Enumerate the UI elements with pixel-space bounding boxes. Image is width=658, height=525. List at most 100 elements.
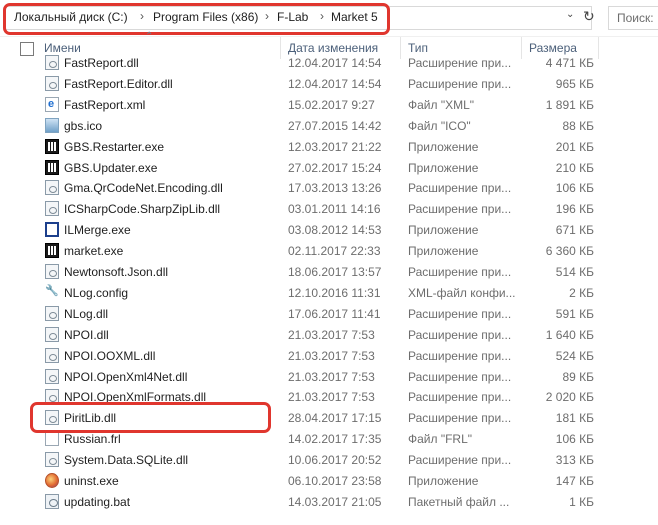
file-type: Расширение при... [408,453,512,468]
file-date: 27.02.2017 15:24 [288,160,382,175]
file-highlight-frame [30,402,271,433]
file-type: Расширение при... [408,327,512,342]
xml-file-icon [45,96,59,112]
dll-file-icon [45,368,59,384]
file-name: GBS.Updater.exe [64,160,158,175]
frl-file-icon [45,431,59,447]
file-row[interactable]: FastReport.dll 12.04.2017 14:54 Расширение… [0,52,658,73]
file-row[interactable]: gbs.ico 27.07.2015 14:42 Файл "ICO" 88 КБ [0,115,658,136]
dll-file-icon [45,347,59,363]
exe-file-icon [45,159,59,175]
file-date: 21.03.2017 7:53 [288,390,375,405]
file-type: Расширение при... [408,348,512,363]
file-type: XML-файл конфи... [408,285,516,300]
file-date: 12.03.2017 21:22 [288,139,382,154]
file-date: 10.06.2017 20:52 [288,453,382,468]
file-row[interactable]: uninst.exe 06.10.2017 23:58 Приложение 147 … [0,470,658,491]
dll-file-icon [45,264,59,279]
file-date: 12.04.2017 14:54 [288,56,382,70]
file-row[interactable]: GBS.Restarter.exe 12.03.2017 21:22 Приложе… [0,136,658,157]
file-date: 18.06.2017 13:57 [288,265,382,279]
file-row[interactable]: Gma.QrCodeNet.Encoding.dll 17.03.2013 13:… [0,177,658,198]
file-size: 1 891 КБ [545,97,594,112]
file-row[interactable]: GBS.Updater.exe 27.02.2017 15:24 Приложени… [0,157,658,178]
file-type: Расширение при... [408,411,512,426]
file-row[interactable]: NPOI.dll 21.03.2017 7:53 Расширение при...… [0,324,658,345]
dll-file-icon [45,75,59,91]
file-name: Newtonsoft.Json.dll [64,265,169,279]
refresh-icon[interactable]: ↻ [583,8,595,25]
file-date: 27.07.2015 14:42 [288,118,382,133]
file-name: market.exe [64,244,124,259]
file-date: 17.03.2013 13:26 [288,181,382,196]
file-row[interactable]: NPOI.OpenXml4Net.dll 21.03.2017 7:53 Расши… [0,366,658,387]
bat-file-icon [45,493,59,509]
file-name: FastReport.Editor.dll [64,76,173,91]
search-placeholder: Поиск: [617,11,654,25]
dll-file-icon [45,201,59,217]
file-row[interactable]: FastReport.Editor.dll 12.04.2017 14:54 Рас… [0,73,658,94]
file-type: Файл "ICO" [408,118,471,133]
file-date: 14.03.2017 21:05 [288,494,382,509]
file-size: 524 КБ [555,348,594,363]
file-type: Расширение при... [408,181,512,196]
file-size: 89 КБ [562,369,594,384]
file-type: Расширение при... [408,56,512,70]
exe-file-icon [45,138,59,154]
file-name: gbs.ico [64,118,103,133]
file-name: uninst.exe [64,474,119,488]
file-type: Расширение при... [408,390,512,405]
file-date: 12.10.2016 11:31 [288,285,381,300]
file-date: 03.01.2011 14:16 [288,202,381,217]
file-date: 06.10.2017 23:58 [288,474,382,488]
file-type: Расширение при... [408,76,512,91]
file-type: Приложение [408,244,479,259]
address-highlight-frame [3,3,390,35]
file-size: 1 640 КБ [545,327,594,342]
file-row[interactable]: ICSharpCode.SharpZipLib.dll 03.01.2011 14… [0,198,658,219]
file-name: updating.bat [64,494,131,509]
file-row[interactable]: market.exe 02.11.2017 22:33 Приложение 6 36… [0,240,658,261]
search-input[interactable]: Поиск: [608,6,658,30]
file-name: ILMerge.exe [64,223,131,238]
il-file-icon [45,222,59,238]
file-type: Пакетный файл ... [408,494,510,509]
file-name: Gma.QrCodeNet.Encoding.dll [64,181,223,196]
sqlite-file-icon [45,452,59,468]
file-size: 2 020 КБ [545,390,594,405]
file-type: Приложение [408,139,479,154]
dll-file-icon [45,305,59,321]
file-size: 147 КБ [555,474,594,488]
uninst-file-icon [45,473,59,488]
file-type: Приложение [408,160,479,175]
file-row[interactable]: NLog.config 12.10.2016 11:31 XML-файл конф… [0,282,658,303]
file-date: 28.04.2017 17:15 [288,411,382,426]
file-size: 106 КБ [555,432,594,447]
file-size: 196 КБ [555,202,594,217]
file-size: 671 КБ [555,223,594,238]
chevron-down-icon[interactable]: ⌄ [566,9,574,20]
file-size: 201 КБ [555,139,594,154]
file-row[interactable]: NLog.dll 17.06.2017 11:41 Расширение при..… [0,303,658,324]
file-size: 591 КБ [555,306,594,321]
file-date: 21.03.2017 7:53 [288,327,375,342]
file-date: 15.02.2017 9:27 [288,97,375,112]
file-type: Файл "XML" [408,97,475,112]
file-name: NPOI.dll [64,327,109,342]
file-type: Расширение при... [408,265,512,279]
file-row[interactable]: ILMerge.exe 03.08.2012 14:53 Приложение 671… [0,219,658,240]
file-row[interactable]: updating.bat 14.03.2017 21:05 Пакетный фай… [0,491,658,512]
file-date: 21.03.2017 7:53 [288,369,375,384]
file-row[interactable]: System.Data.SQLite.dll 10.06.2017 20:52 Ра… [0,449,658,470]
file-date: 14.02.2017 17:35 [288,432,382,447]
file-type: Расширение при... [408,369,512,384]
file-date: 17.06.2017 11:41 [288,306,381,321]
file-size: 106 КБ [555,181,594,196]
file-type: Приложение [408,223,479,238]
file-size: 210 КБ [555,160,594,175]
file-row[interactable]: Newtonsoft.Json.dll 18.06.2017 13:57 Расши… [0,261,658,282]
file-row[interactable]: NPOI.OOXML.dll 21.03.2017 7:53 Расширение … [0,345,658,366]
dll-file-icon [45,55,59,70]
file-date: 02.11.2017 22:33 [288,244,381,259]
file-row[interactable]: FastReport.xml 15.02.2017 9:27 Файл "XML" 1… [0,94,658,115]
